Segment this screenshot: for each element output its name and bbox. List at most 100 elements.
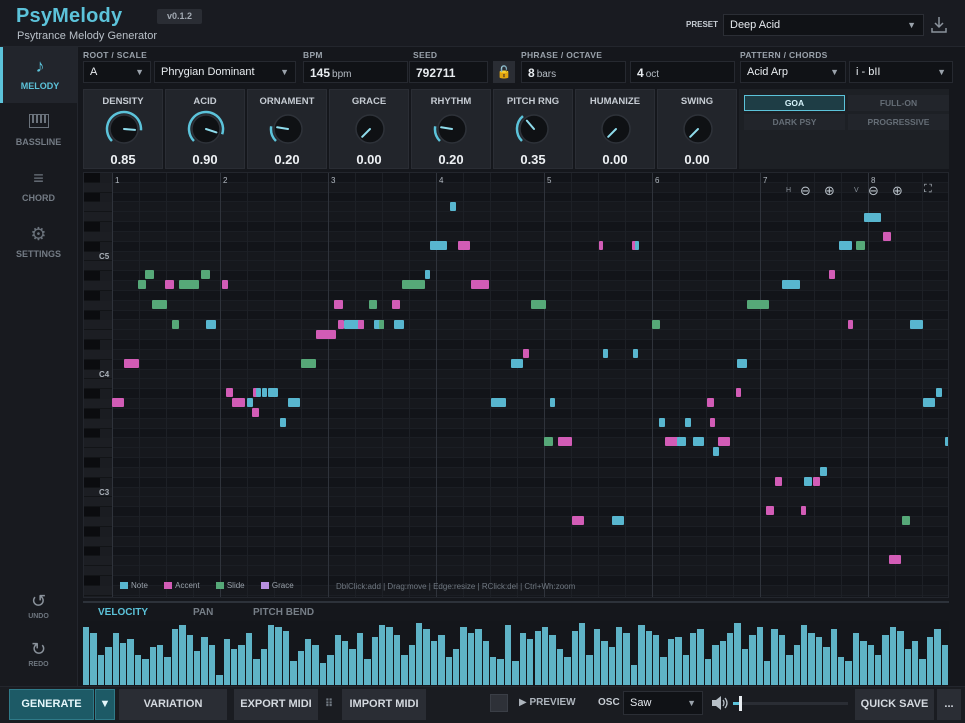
note-grid[interactable]: 1 2 3 4 5 6 7 8 H ⊖ ⊕ V ⊖ ⊕ ⛶ [112,173,948,597]
velocity-bar[interactable] [430,641,439,685]
note-block[interactable] [864,213,881,222]
velocity-bar[interactable] [423,629,431,685]
volume-slider[interactable] [733,696,848,711]
velocity-bar[interactable] [208,645,217,685]
velocity-bar[interactable] [216,675,224,685]
velocity-bar[interactable] [312,645,320,685]
velocity-bar[interactable] [253,659,261,685]
black-key[interactable] [84,477,100,488]
velocity-bar[interactable] [615,627,624,685]
velocity-bar[interactable] [527,639,535,685]
velocity-bar[interactable] [926,637,935,685]
note-block[interactable] [710,418,715,427]
velocity-bar[interactable] [845,661,853,685]
osc-dropdown[interactable]: Saw ▼ [623,691,703,715]
note-block[interactable] [804,477,812,486]
note-block[interactable] [713,447,719,456]
black-key[interactable] [84,389,100,400]
velocity-bar[interactable] [482,641,491,685]
note-block[interactable] [402,280,425,289]
white-key[interactable] [84,231,112,242]
knob-pitch-range[interactable]: PITCH RNG 0.35 [493,89,573,169]
note-block[interactable] [910,320,923,329]
piano-roll[interactable]: 1 2 3 4 5 6 7 8 H ⊖ ⊕ V ⊖ ⊕ ⛶ C5 C4 C3 N… [83,172,949,598]
white-key[interactable] [84,556,112,567]
velocity-bar[interactable] [593,629,602,685]
velocity-bar[interactable] [534,631,542,685]
sidebar-item-bassline[interactable]: BASSLINE [0,103,77,159]
note-block[interactable] [425,270,430,279]
velocity-lane[interactable] [83,621,949,685]
velocity-bar[interactable] [356,633,365,685]
white-key[interactable] [84,517,112,527]
knob-rhythm[interactable]: RHYTHM 0.20 [411,89,491,169]
knob-density[interactable]: DENSITY 0.85 [83,89,163,169]
velocity-bar[interactable] [245,633,254,685]
velocity-bar[interactable] [541,627,550,685]
velocity-bar[interactable] [689,633,698,685]
octave-input[interactable]: 4 oct [630,61,735,83]
note-block[interactable] [576,516,584,525]
speaker-icon[interactable] [709,693,729,713]
note-block[interactable] [936,388,942,397]
tab-pitch-bend[interactable]: PITCH BEND [253,607,314,618]
sidebar-item-chord[interactable]: ≡ CHORD [0,159,77,215]
preview-checkbox[interactable] [490,694,508,712]
velocity-bar[interactable] [911,641,920,685]
variation-button[interactable]: VARIATION [119,689,227,720]
note-block[interactable] [232,398,245,407]
velocity-bar[interactable] [504,625,513,685]
velocity-bar[interactable] [712,645,720,685]
velocity-bar[interactable] [408,645,417,685]
velocity-bar[interactable] [97,655,106,685]
velocity-bar[interactable] [275,627,283,685]
velocity-bar[interactable] [238,645,246,685]
chords-select[interactable]: i - bII ▼ [849,61,953,83]
more-options-button[interactable]: ... [937,689,961,720]
velocity-bar[interactable] [749,635,757,685]
velocity-bar[interactable] [564,657,572,685]
velocity-bar[interactable] [349,649,357,685]
velocity-bar[interactable] [164,657,172,685]
white-key[interactable] [84,497,112,508]
note-block[interactable] [379,320,384,329]
velocity-bar[interactable] [874,655,883,685]
black-key[interactable] [84,192,100,203]
velocity-bar[interactable] [549,635,557,685]
white-key[interactable] [84,448,112,459]
white-key[interactable] [84,418,112,429]
note-block[interactable] [226,388,233,397]
undo-button[interactable]: ↺ UNDO [0,591,77,620]
velocity-bar[interactable] [171,629,180,685]
velocity-bar[interactable] [763,661,772,685]
note-block[interactable] [902,516,910,525]
note-block[interactable] [693,437,704,446]
knob-dial[interactable] [268,109,308,149]
velocity-bar[interactable] [860,641,868,685]
note-block[interactable] [531,300,546,309]
note-block[interactable] [782,280,800,289]
velocity-bar[interactable] [290,661,298,685]
black-key[interactable] [84,526,100,537]
knob-dial[interactable] [514,109,554,149]
velocity-bar[interactable] [475,629,483,685]
note-block[interactable] [677,437,686,446]
velocity-bar[interactable] [682,655,690,685]
note-block[interactable] [707,398,714,407]
knob-ornament[interactable]: ORNAMENT 0.20 [247,89,327,169]
note-block[interactable] [252,408,259,417]
velocity-bar[interactable] [393,635,402,685]
velocity-bar[interactable] [268,625,276,685]
sidebar-item-melody[interactable]: ♪ MELODY [0,47,77,103]
note-block[interactable] [172,320,179,329]
note-block[interactable] [280,418,286,427]
note-block[interactable] [450,202,456,211]
velocity-bar[interactable] [201,637,209,685]
export-midi-button[interactable]: EXPORT MIDI [234,689,318,720]
note-block[interactable] [523,349,529,358]
generate-button[interactable]: GENERATE [9,689,94,720]
velocity-bar[interactable] [734,623,742,685]
bpm-input[interactable]: 145 bpm [303,61,408,83]
root-select[interactable]: A ▼ [83,61,151,83]
import-midi-button[interactable]: IMPORT MIDI [342,689,426,720]
